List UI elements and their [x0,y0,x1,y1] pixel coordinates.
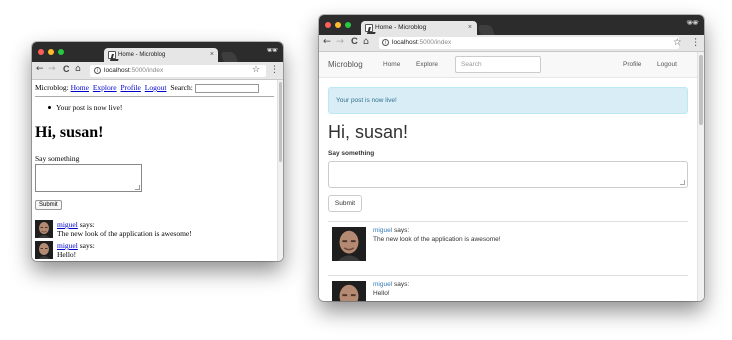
reload-icon[interactable]: C [63,64,70,74]
avatar[interactable] [332,281,366,301]
nav-logout-link[interactable]: Logout [657,61,677,68]
url-path: :5000/index [417,39,452,46]
bookmark-star-icon[interactable]: ☆ [252,65,260,75]
nav-bar: Microblog Home Explore Search Profile Lo… [319,52,697,78]
browser-tab[interactable]: Home - Microblog × [104,48,218,62]
page-viewport: Microblog Home Explore Search Profile Lo… [319,52,704,301]
browser-window-plain: Home - Microblog × 🕶 ← → C ⌂ i localhost:… [32,42,283,261]
post-says: says: [392,281,410,288]
post-textarea[interactable] [35,164,142,192]
title-bar: Home - Microblog × 🕶 [32,42,283,62]
scrollbar-thumb[interactable] [699,55,703,125]
nav-explore-link[interactable]: Explore [416,61,438,68]
nav-profile-link[interactable]: Profile [120,83,140,92]
maximize-window-button[interactable] [345,22,351,28]
post-form-label: Say something [328,150,375,157]
url-path: :5000/index [129,67,164,74]
bookmark-star-icon[interactable]: ☆ [673,37,682,48]
post-textarea[interactable] [328,161,688,188]
scrollbar[interactable] [277,80,283,261]
minimize-window-button[interactable] [48,49,54,55]
maximize-window-button[interactable] [58,49,64,55]
search-label: Search: [170,83,193,92]
address-bar[interactable]: i localhost:5000/index [379,37,679,49]
page-heading: Hi, susan! [328,122,409,142]
page-heading: Hi, susan! [35,124,104,141]
info-icon[interactable]: i [94,67,101,74]
search-input[interactable]: Search [455,56,541,73]
home-icon[interactable]: ⌂ [75,64,81,74]
close-tab-icon[interactable]: × [468,21,472,35]
favicon-icon [108,51,116,59]
post-author-link[interactable]: miguel [57,220,78,229]
url-host: localhost [104,67,130,74]
url-host: localhost [392,39,418,46]
divider [35,96,274,97]
title-bar: Home - Microblog × 🕶 [319,15,704,35]
minimize-window-button[interactable] [335,22,341,28]
address-bar[interactable]: i localhost:5000/index [90,65,266,77]
brand-label: Microblog: [35,83,69,92]
flash-alert: Your post is now live! [328,87,688,114]
post-body: Hello! [373,290,390,297]
avatar[interactable] [332,227,366,261]
nav-home-link[interactable]: Home [383,61,400,68]
post-author-link[interactable]: miguel [373,281,392,288]
post-meta: miguel says: [57,220,95,229]
post-divider [328,275,688,276]
incognito-icon: 🕶 [686,18,699,29]
post-says: says: [392,227,410,234]
nav-bar: Microblog: Home Explore Profile Logout S… [35,83,259,93]
browser-toolbar: ← → C ⌂ i localhost:5000/index ☆ ⋮ [32,62,283,80]
tab-title: Home - Microblog [375,24,427,31]
post-body: Hello! [57,250,77,259]
browser-menu-icon[interactable]: ⋮ [691,37,701,48]
submit-button[interactable]: Submit [328,195,362,212]
brand-link[interactable]: Microblog [328,60,363,69]
post-meta: miguel says: [57,241,95,250]
post-author-link[interactable]: miguel [57,241,78,250]
post-author-link[interactable]: miguel [373,227,392,234]
post-body: The new look of the application is aweso… [373,236,501,243]
browser-tab[interactable]: Home - Microblog × [361,21,477,35]
new-tab-button[interactable] [220,52,238,62]
page-viewport: Microblog: Home Explore Profile Logout S… [32,80,283,261]
back-icon[interactable]: ← [323,36,331,47]
post-says: says: [77,241,95,250]
post-form-label: Say something [35,154,80,163]
incognito-icon: 🕶 [266,46,278,56]
scrollbar-thumb[interactable] [279,82,282,162]
avatar[interactable] [35,241,53,259]
submit-button[interactable]: Submit [35,200,62,210]
close-window-button[interactable] [38,49,44,55]
tab-title: Home - Microblog [118,52,166,58]
search-input[interactable] [194,83,259,93]
nav-home-link[interactable]: Home [71,83,89,92]
post-meta: miguel says: [373,227,409,234]
nav-profile-link[interactable]: Profile [623,61,641,68]
back-icon[interactable]: ← [36,64,44,74]
close-tab-icon[interactable]: × [210,48,214,62]
scrollbar[interactable] [697,52,704,301]
reload-icon[interactable]: C [351,36,358,47]
forward-icon[interactable]: → [336,36,344,47]
post-divider [328,221,688,222]
browser-toolbar: ← → C ⌂ i localhost:5000/index ☆ ⋮ [319,35,704,52]
new-tab-button[interactable] [477,25,495,35]
browser-window-bootstrap: Home - Microblog × 🕶 ← → C ⌂ i localhost:… [319,15,704,301]
flash-message: Your post is now live! [47,103,123,112]
post-meta: miguel says: [373,281,409,288]
forward-icon[interactable]: → [48,64,56,74]
post-body: The new look of the application is aweso… [57,229,192,238]
nav-logout-link[interactable]: Logout [145,83,167,92]
browser-menu-icon[interactable]: ⋮ [270,65,279,75]
close-window-button[interactable] [325,22,331,28]
nav-explore-link[interactable]: Explore [93,83,117,92]
info-icon[interactable]: i [382,39,389,46]
favicon-icon [365,24,373,32]
home-icon[interactable]: ⌂ [363,36,369,47]
avatar[interactable] [35,220,53,238]
post-says: says: [77,220,95,229]
